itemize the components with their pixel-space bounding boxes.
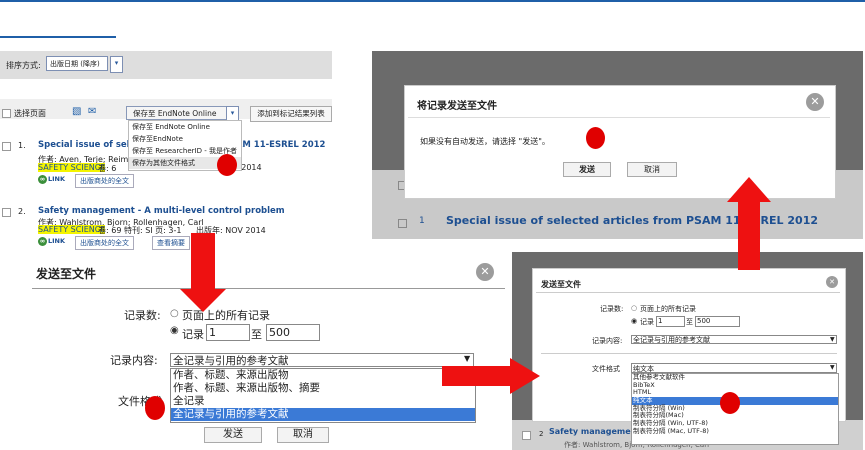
- down-arrow-shaft: [191, 233, 215, 291]
- up-arrow-shaft: [738, 200, 760, 270]
- annotation-arrows: [180, 177, 771, 394]
- up-arrow-head: [727, 177, 771, 202]
- down-arrow-head: [180, 289, 226, 312]
- right-arrow-shaft: [442, 366, 512, 386]
- right-arrow-head: [510, 358, 540, 394]
